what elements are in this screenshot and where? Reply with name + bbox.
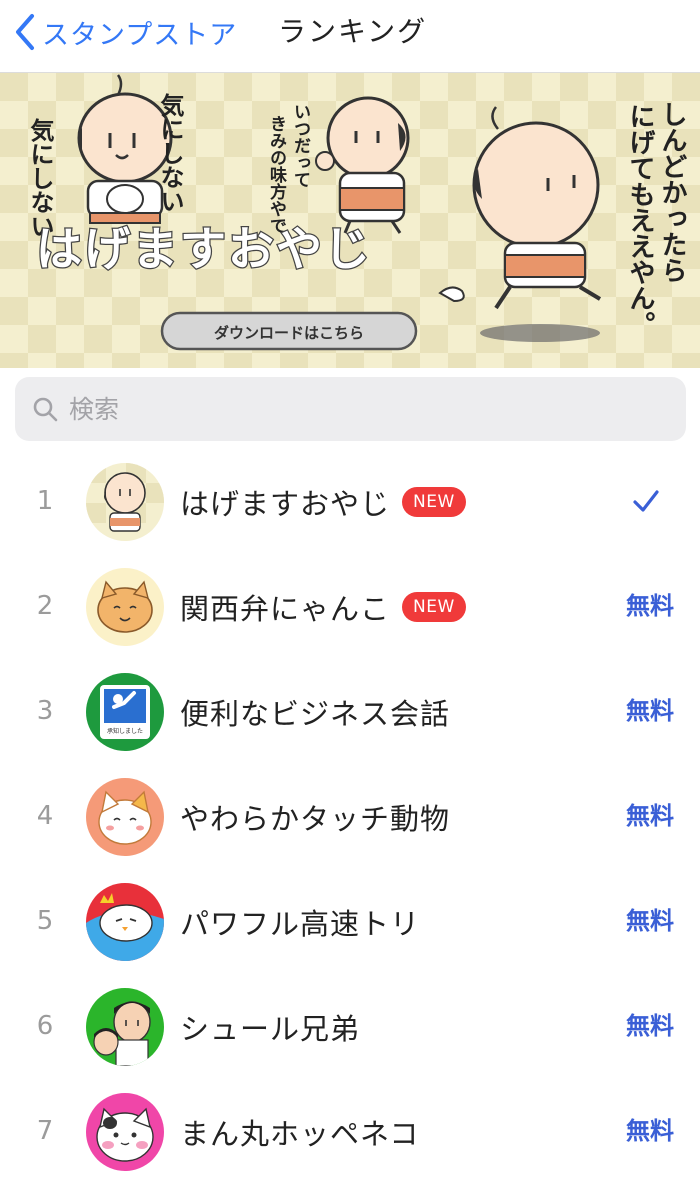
rank-number: 2 — [36, 591, 54, 621]
price-free-button[interactable]: 無料 — [626, 554, 674, 659]
banner-download-button[interactable]: ダウンロードはこちら — [160, 311, 418, 351]
ranking-list: 1 はげますおやじ NEW 2 関西弁にゃんこ NEW 無料 3 承知しました … — [0, 449, 700, 1184]
promo-banner[interactable]: 気にしない 気にしない いつだって きみの味方やで しんどかったら にげてもええ… — [0, 73, 700, 368]
magnifier-icon — [33, 397, 58, 422]
list-item[interactable]: 1 はげますおやじ NEW — [0, 449, 700, 554]
list-item[interactable]: 5 パワフル高速トリ 無料 — [0, 869, 700, 974]
banner-phrase-2b: きみの味方やで — [266, 115, 287, 234]
banner-download-label: ダウンロードはこちら — [214, 324, 364, 342]
list-item[interactable]: 7 まん丸ホッペネコ 無料 — [0, 1079, 700, 1184]
new-badge: NEW — [402, 591, 466, 622]
sticker-name: 便利なビジネス会話 — [180, 696, 451, 731]
rank-number: 7 — [36, 1116, 54, 1146]
banner-phrase-1b: 気にしない — [26, 117, 54, 238]
thumbnail-caption: 承知しました — [107, 727, 143, 735]
price-free-button[interactable]: 無料 — [626, 974, 674, 1079]
rank-number: 5 — [36, 906, 54, 936]
back-button-label: スタンプストア — [42, 19, 238, 51]
list-item[interactable]: 6 シュール兄弟 無料 — [0, 974, 700, 1079]
sticker-thumbnail — [86, 463, 164, 541]
sticker-name: 関西弁にゃんこ — [180, 591, 391, 626]
rank-number: 1 — [36, 486, 54, 516]
banner-title: はげますおやじ — [36, 222, 372, 276]
sticker-name: シュール兄弟 — [180, 1011, 361, 1046]
sticker-name: パワフル高速トリ — [180, 906, 421, 941]
banner-phrase-3b: にげてもええやん。 — [625, 103, 655, 337]
search-input[interactable] — [67, 393, 631, 425]
price-free-button[interactable]: 無料 — [626, 659, 674, 764]
search-bar[interactable] — [15, 377, 686, 441]
sticker-thumbnail — [86, 568, 164, 646]
banner-phrase-1a: 気にしない — [156, 92, 184, 213]
sticker-name: はげますおやじ — [180, 486, 391, 521]
rank-number: 3 — [36, 696, 54, 726]
banner-phrase-2a: いつだって — [290, 103, 310, 188]
sticker-thumbnail — [86, 1093, 164, 1171]
banner-phrase-3a: しんどかったら — [657, 101, 687, 283]
back-button[interactable]: スタンプストア — [14, 10, 237, 54]
chevron-left-icon — [16, 14, 34, 50]
sticker-thumbnail: 承知しました — [86, 673, 164, 751]
sticker-name: まん丸ホッペネコ — [180, 1116, 420, 1151]
sticker-thumbnail — [86, 778, 164, 856]
list-item[interactable]: 2 関西弁にゃんこ NEW 無料 — [0, 554, 700, 659]
nav-bar: スタンプストア ランキング — [0, 0, 700, 73]
new-badge: NEW — [402, 486, 466, 517]
checkmark-icon — [633, 490, 659, 512]
price-free-button[interactable]: 無料 — [626, 869, 674, 974]
sticker-name: やわらかタッチ動物 — [180, 801, 451, 836]
page-title: ランキング — [278, 15, 428, 48]
price-free-button[interactable]: 無料 — [626, 1079, 674, 1184]
rank-number: 4 — [36, 801, 54, 831]
price-free-button[interactable]: 無料 — [626, 764, 674, 869]
rank-number: 6 — [36, 1011, 54, 1041]
list-item[interactable]: 3 承知しました 便利なビジネス会話 無料 — [0, 659, 700, 764]
sticker-thumbnail — [86, 883, 164, 961]
sticker-thumbnail — [86, 988, 164, 1066]
list-item[interactable]: 4 やわらかタッチ動物 無料 — [0, 764, 700, 869]
